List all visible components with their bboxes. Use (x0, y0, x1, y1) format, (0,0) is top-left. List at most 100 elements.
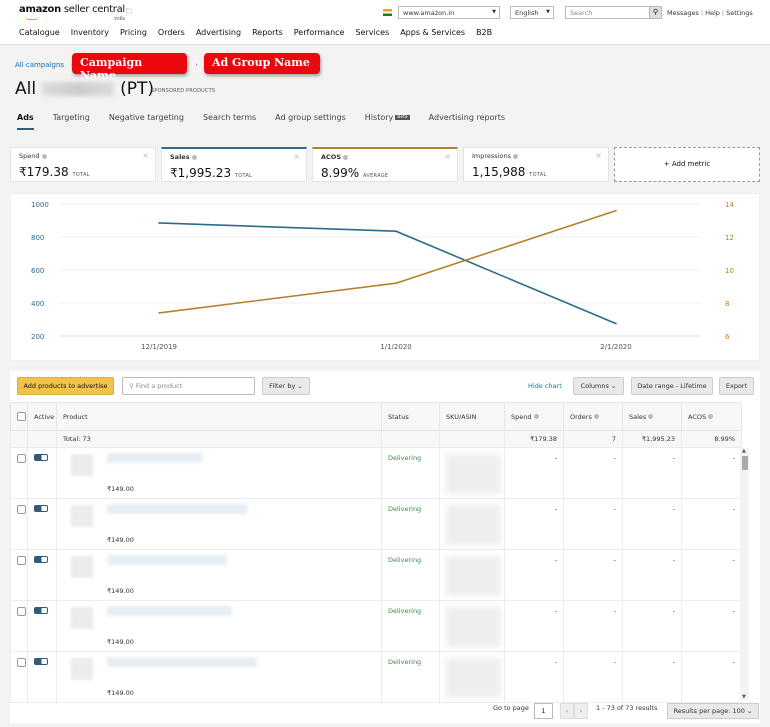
nav-services[interactable]: Services (355, 28, 389, 37)
right-axis-tick: 12 (725, 234, 734, 242)
add-metric-button[interactable]: + Add metric (614, 147, 760, 182)
nav-apps-services[interactable]: Apps & Services (400, 28, 465, 37)
nav-b2b[interactable]: B2B (476, 28, 492, 37)
nav-pricing[interactable]: Pricing (120, 28, 147, 37)
tab-ad-group-settings[interactable]: Ad group settings (275, 113, 346, 130)
col-orders[interactable]: Orders (563, 402, 623, 431)
metric-card-acos[interactable]: ACOS 8.99% AVERAGE × (312, 147, 458, 182)
table-scrollbar[interactable]: ▲ ▼ (740, 448, 749, 700)
filter-by-button[interactable]: Filter by ⌄ (262, 377, 310, 395)
active-toggle[interactable] (34, 505, 48, 512)
prev-page-button[interactable]: ‹ (560, 703, 574, 719)
product-thumbnail[interactable] (71, 505, 93, 527)
metric-card-sales[interactable]: Sales ₹1,995.23 TOTAL × (161, 147, 307, 182)
product-thumbnail[interactable] (71, 556, 93, 578)
info-icon[interactable] (41, 153, 47, 159)
date-range-button[interactable]: Date range - Lifetime (631, 377, 713, 395)
info-icon[interactable] (648, 413, 654, 419)
info-icon[interactable] (512, 153, 518, 159)
product-name-redacted[interactable] (107, 606, 232, 616)
row-checkbox[interactable] (17, 454, 26, 463)
product-name-redacted[interactable] (107, 453, 202, 463)
info-icon[interactable] (191, 154, 197, 160)
product-cell: ₹149.00 (56, 498, 382, 550)
settings-link[interactable]: Settings (726, 9, 753, 17)
search-icon[interactable]: ⚲ (649, 6, 662, 19)
info-icon[interactable] (533, 413, 539, 419)
select-all-checkbox[interactable] (17, 412, 26, 421)
col-active[interactable]: Active (27, 402, 57, 431)
next-page-button[interactable]: › (574, 703, 588, 719)
row-checkbox[interactable] (17, 658, 26, 667)
product-thumbnail[interactable] (71, 454, 93, 476)
tab-search-terms[interactable]: Search terms (203, 113, 256, 130)
marketplace-select[interactable]: www.amazon.in ▼ (398, 6, 500, 19)
scroll-down-icon[interactable]: ▼ (742, 694, 746, 700)
close-icon[interactable]: × (444, 152, 451, 161)
nav-advertising[interactable]: Advertising (196, 28, 241, 37)
find-product-input[interactable]: ⚲ Find a product (122, 377, 255, 395)
sales-cell: - (622, 600, 682, 652)
add-products-button[interactable]: Add products to advertise (17, 377, 114, 395)
active-toggle[interactable] (34, 658, 48, 665)
tab-ads[interactable]: Ads (17, 113, 34, 130)
columns-button[interactable]: Columns ⌄ (573, 377, 624, 395)
product-name-redacted[interactable] (107, 657, 257, 667)
row-checkbox[interactable] (17, 607, 26, 616)
right-axis-tick: 8 (725, 300, 729, 308)
product-cell: ₹149.00 (56, 651, 382, 703)
global-search-input[interactable]: Search (565, 6, 650, 19)
seller-central-logo[interactable]: amazon seller central india (19, 4, 125, 22)
product-name-redacted[interactable] (107, 555, 227, 565)
export-button[interactable]: Export (719, 377, 754, 395)
col-acos[interactable]: ACOS (681, 402, 742, 431)
scroll-up-icon[interactable]: ▲ (742, 448, 746, 454)
active-toggle[interactable] (34, 556, 48, 563)
spend-cell: - (504, 651, 564, 703)
chart-svg: 200 400 600 800 1000 6 8 10 12 14 12/1/2019 1/1/202… (31, 201, 734, 351)
close-icon[interactable]: × (142, 151, 149, 160)
flag-icon[interactable]: ⚐ (124, 6, 134, 19)
info-icon[interactable] (343, 154, 349, 160)
close-icon[interactable]: × (595, 151, 602, 160)
nav-inventory[interactable]: Inventory (71, 28, 109, 37)
active-toggle[interactable] (34, 607, 48, 614)
nav-reports[interactable]: Reports (252, 28, 283, 37)
tab-advertising-reports[interactable]: Advertising reports (429, 113, 505, 130)
page-title: All (PT) (15, 79, 154, 99)
info-icon[interactable] (708, 413, 714, 419)
page-number-input[interactable]: 1 (534, 703, 553, 719)
row-checkbox[interactable] (17, 556, 26, 565)
nav-catalogue[interactable]: Catalogue (19, 28, 60, 37)
col-status[interactable]: Status (381, 402, 440, 431)
breadcrumb-all-campaigns[interactable]: All campaigns (15, 61, 64, 69)
scrollbar-thumb[interactable] (742, 456, 748, 470)
product-thumbnail[interactable] (71, 658, 93, 680)
product-cell: ₹149.00 (56, 549, 382, 601)
product-thumbnail[interactable] (71, 607, 93, 629)
spend-cell: - (504, 447, 564, 499)
product-cell: ₹149.00 (56, 447, 382, 499)
col-product[interactable]: Product (56, 402, 382, 431)
messages-link[interactable]: Messages (667, 9, 699, 17)
close-icon[interactable]: × (293, 152, 300, 161)
top-bar: amazon seller central india ⚐ www.amazon… (0, 0, 770, 45)
tab-negative-targeting[interactable]: Negative targeting (109, 113, 184, 130)
row-checkbox[interactable] (17, 505, 26, 514)
hide-chart-link[interactable]: Hide chart (528, 382, 562, 390)
info-icon[interactable] (593, 413, 599, 419)
col-sales[interactable]: Sales (622, 402, 682, 431)
tab-targeting[interactable]: Targeting (53, 113, 90, 130)
active-toggle[interactable] (34, 454, 48, 461)
tab-history[interactable]: History Beta (365, 113, 410, 130)
product-name-redacted[interactable] (107, 504, 247, 514)
help-link[interactable]: Help (705, 9, 720, 17)
col-spend[interactable]: Spend (504, 402, 564, 431)
metric-card-spend[interactable]: Spend ₹179.38 TOTAL × (10, 147, 156, 182)
language-select[interactable]: English ▼ (510, 6, 554, 19)
metric-card-impressions[interactable]: Impressions 1,15,988 TOTAL × (463, 147, 609, 182)
results-per-page-select[interactable]: Results per page: 100 ⌄ (667, 703, 759, 719)
nav-orders[interactable]: Orders (158, 28, 185, 37)
col-sku-asin[interactable]: SKU/ASIN (439, 402, 505, 431)
nav-performance[interactable]: Performance (294, 28, 345, 37)
